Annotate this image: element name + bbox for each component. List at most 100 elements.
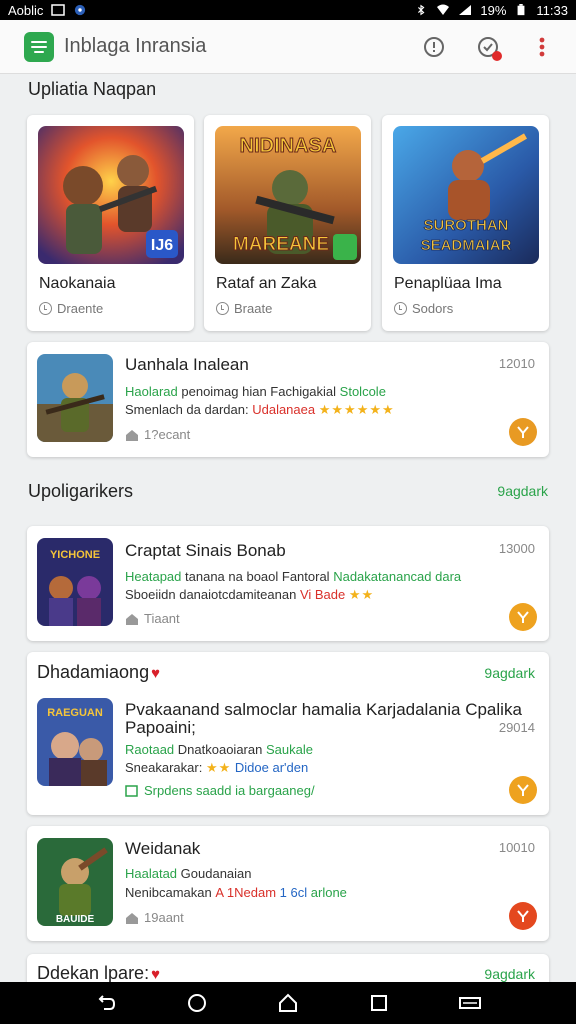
svg-text:YICHONE: YICHONE: [50, 549, 100, 561]
see-all-link[interactable]: 9agdark: [497, 483, 548, 499]
see-all-link[interactable]: 9agdark: [484, 665, 535, 681]
game-artwork: NIDINASA MAREANE: [215, 126, 361, 264]
home-icon: [126, 429, 138, 441]
svg-text:IJ6: IJ6: [151, 237, 173, 254]
notifications-button[interactable]: [476, 35, 502, 61]
section-header-top: Upliatia Naqpan: [28, 78, 548, 100]
sparkle-icon: [517, 910, 529, 922]
section-title: Upliatia Naqpan: [28, 78, 157, 99]
section-title: Dhadamiaong ♥: [37, 662, 160, 682]
info-button[interactable]: [422, 35, 446, 59]
game-tile[interactable]: IJ6 Naokanaia Draente: [27, 115, 194, 331]
action-button[interactable]: [509, 902, 537, 930]
game-list-card[interactable]: YICHONE Craptat Sinais Bonab 13000 Heata…: [27, 526, 549, 641]
game-details: Raotaad Dnatkoaoiaran Saukale: [125, 742, 313, 757]
notification-badge: [492, 50, 502, 61]
game-name: Penaplüaa Ima: [394, 275, 502, 292]
app-logo-icon: [24, 31, 54, 62]
game-name: Rataf an Zaka: [216, 275, 317, 292]
game-details: Heatapad tanana na boaol Fantoral Nadaka…: [125, 569, 462, 584]
app-bar: Inblaga Inransia: [0, 20, 576, 74]
heart-icon: ♥: [151, 966, 160, 983]
game-artwork: IJ6: [38, 126, 184, 264]
rating-stars: ★★★★★★: [318, 402, 395, 417]
game-meta: 19aant: [125, 910, 184, 925]
system-navigation-bar: [0, 982, 576, 1024]
info-icon: [424, 36, 444, 57]
game-name: Naokanaia: [39, 275, 116, 292]
see-all-link[interactable]: 9agdark: [484, 966, 535, 982]
game-title-cont: Papoaini;: [125, 718, 196, 737]
clock-icon: [394, 302, 407, 315]
action-button[interactable]: [509, 776, 537, 804]
rating-stars: ★★: [205, 760, 232, 775]
game-thumbnail: YICHONE: [37, 538, 113, 626]
featured-game-card[interactable]: Uanhala Inalean 12010 Haolarad penoimag …: [27, 342, 549, 457]
carrier-label: Aoblic: [8, 2, 44, 18]
app-title: Inblaga Inransia: [64, 35, 207, 57]
home-icon: [126, 613, 138, 625]
game-title: Craptat Sinais Bonab: [125, 541, 286, 560]
svg-text:MAREANE: MAREANE: [233, 234, 329, 255]
section-title: Upoligarikers: [28, 480, 134, 501]
game-list-card[interactable]: Dhadamiaong ♥ 9agdark RAEGUAN Pvakaanand …: [27, 652, 549, 815]
game-title: Weidanak: [125, 839, 201, 858]
checkbox-icon: [125, 784, 138, 797]
game-list-card[interactable]: BAUIDE Weidanak 10010 Haalatad Goudanaia…: [27, 826, 549, 941]
home-nav-icon: [278, 993, 297, 1012]
game-thumbnail: RAEGUAN: [37, 698, 113, 786]
bluetooth-icon: [418, 4, 425, 16]
svg-text:SUROTHAN: SUROTHAN: [424, 217, 509, 234]
more-vertical-icon: [539, 37, 545, 56]
game-meta: 1?ecant: [125, 427, 190, 442]
game-tile[interactable]: SUROTHAN SEADMAIAR Penaplüaa Ima Sodors: [382, 115, 549, 331]
recents-button[interactable]: [367, 991, 391, 1015]
svg-text:BAUIDE: BAUIDE: [56, 914, 95, 925]
clock-icon: [39, 302, 52, 315]
signal-icon: [459, 5, 472, 15]
section-header-mid: Upoligarikers 9agdark: [28, 480, 548, 502]
sparkle-icon: [517, 784, 529, 796]
sparkle-icon: [517, 611, 529, 623]
game-tile[interactable]: NIDINASA MAREANE Rataf an Zaka Braate: [204, 115, 371, 331]
sparkle-icon: [517, 426, 529, 438]
clock-time: 11:33: [536, 2, 568, 18]
game-title: Uanhala Inalean: [125, 355, 249, 374]
section-header-three: Dhadamiaong ♥ 9agdark: [37, 662, 535, 683]
action-button[interactable]: [509, 603, 537, 631]
svg-text:NIDINASA: NIDINASA: [240, 135, 337, 157]
game-thumbnail: [37, 354, 113, 442]
game-rating-line: Sneakarakar: ★★ Didoe ar'den: [125, 760, 309, 775]
game-count: 29014: [498, 720, 535, 735]
home-button[interactable]: [276, 991, 300, 1015]
game-details: Haalatad Goudanaian: [125, 866, 252, 881]
game-title: Pvakaanand salmoclar hamalia Karjadalani…: [125, 700, 522, 719]
circle-icon: [187, 994, 206, 1012]
heart-icon: ♥: [151, 665, 160, 682]
svg-text:RAEGUAN: RAEGUAN: [47, 707, 103, 719]
game-meta: Tiaant: [125, 611, 180, 626]
sync-icon: [75, 4, 86, 16]
assistant-button[interactable]: [185, 991, 209, 1015]
game-status: Braate: [216, 301, 272, 316]
overflow-menu-button[interactable]: [530, 35, 554, 59]
square-icon: [371, 995, 388, 1011]
svg-text:SEADMAIAR: SEADMAIAR: [421, 237, 512, 254]
action-button[interactable]: [509, 418, 537, 446]
message-icon: [51, 4, 66, 16]
rating-stars: ★★: [348, 587, 375, 602]
back-icon: [98, 995, 115, 1010]
game-details: Haolarad penoimag hian Fachigakial Stolc…: [125, 384, 386, 399]
game-meta: Srpdens saadd ia bargaaneg/: [125, 783, 315, 798]
status-bar: Aoblic 19% 11:33: [0, 0, 576, 20]
game-rating-line: Nenibcamakan A 1Nedam 1 6cl arlone: [125, 885, 347, 900]
game-thumbnail: BAUIDE: [37, 838, 113, 926]
back-button[interactable]: [94, 991, 118, 1015]
game-count: 13000: [498, 541, 535, 556]
game-status: Sodors: [394, 301, 453, 316]
keyboard-icon: [459, 997, 482, 1009]
game-count: 12010: [498, 356, 535, 371]
menu-button[interactable]: [458, 991, 482, 1015]
game-status: Draente: [39, 301, 103, 316]
section-header-four: Ddekan lpare: ♥ 9agdark: [37, 963, 535, 984]
